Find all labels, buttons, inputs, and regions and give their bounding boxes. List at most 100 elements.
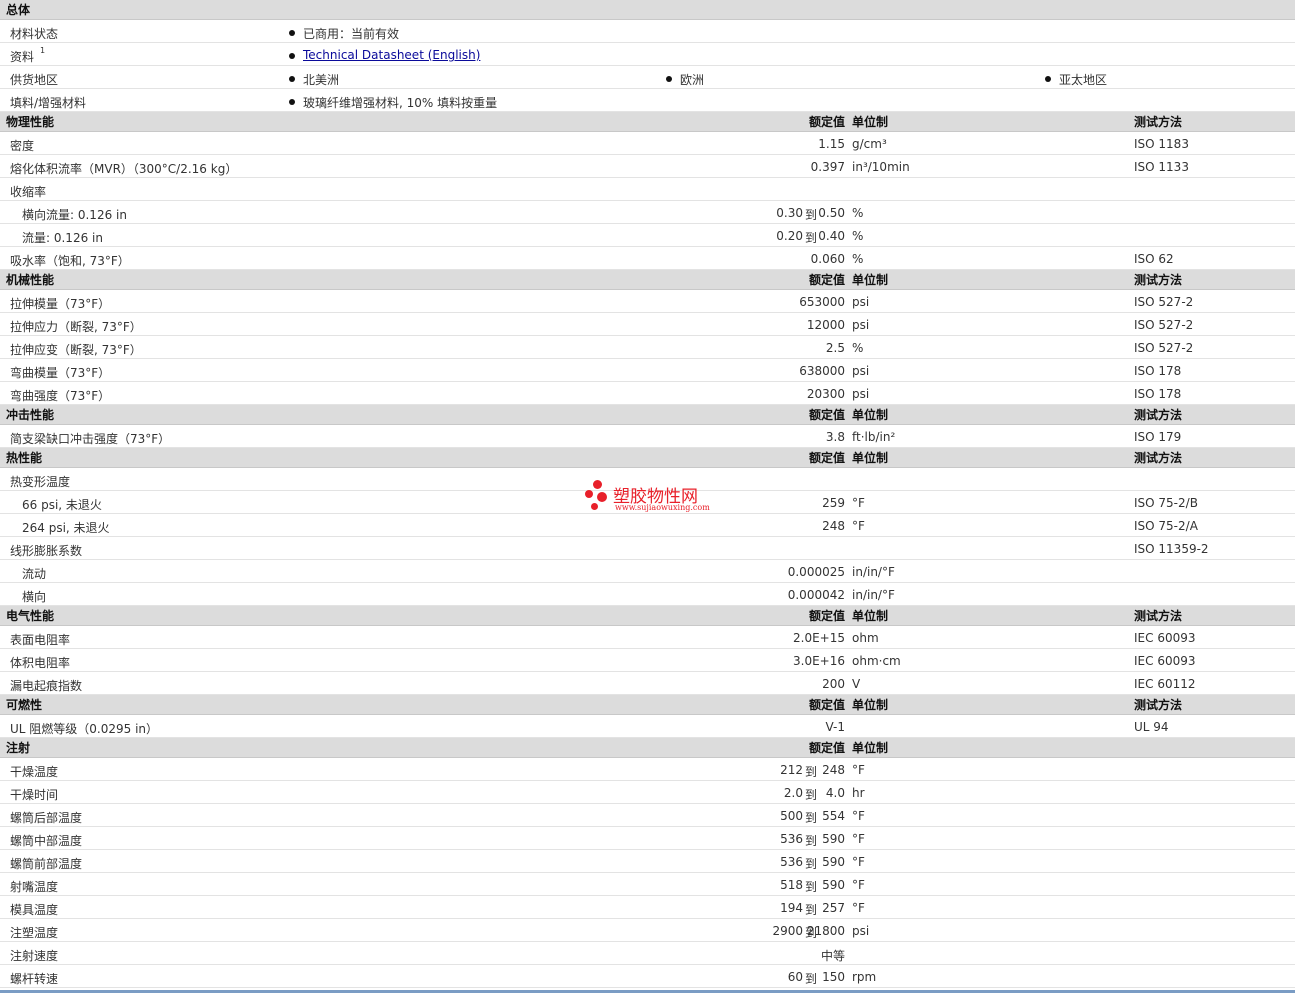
range-max: 590 (822, 855, 845, 869)
property-unit: in/in/°F (852, 588, 895, 602)
bullet-text: 已商用：当前有效 (303, 27, 400, 41)
section-title: 注射 (6, 741, 31, 755)
header-method: 测试方法 (1134, 115, 1183, 129)
header-unit: 单位制 (852, 741, 889, 755)
property-value: V-1 (825, 720, 845, 734)
range-max: 257 (822, 901, 845, 915)
range-separator: 到 (805, 788, 818, 802)
range-max: 21800 (806, 924, 845, 938)
range-max: 554 (822, 809, 845, 823)
table-row: 注塑温度 2900 到 21800 psi (0, 919, 1295, 942)
test-method: IEC 60093 (1134, 631, 1196, 645)
property-label: 弯曲模量（73°F） (10, 366, 111, 380)
test-method: ISO 178 (1134, 364, 1182, 378)
property-label: 注塑温度 (10, 926, 59, 940)
table-row: 注射速度 中等 (0, 942, 1295, 965)
section-header: 冲击性能 额定值 单位制 测试方法 (0, 405, 1295, 425)
header-method: 测试方法 (1134, 273, 1183, 287)
logo-dot-icon (591, 503, 598, 510)
property-label: 螺杆转速 (10, 972, 59, 986)
table-row: 密度 1.15 g/cm³ ISO 1183 (0, 132, 1295, 155)
footnote-marker: 1 (40, 46, 46, 55)
section-title: 电气性能 (6, 609, 55, 623)
property-unit: °F (852, 519, 865, 533)
logo-dot-icon (597, 492, 607, 502)
property-unit: % (852, 252, 864, 266)
section-header: 电气性能 额定值 单位制 测试方法 (0, 606, 1295, 626)
property-value: 0.000025 (787, 565, 845, 579)
range-max: 590 (822, 832, 845, 846)
property-value: 638000 (799, 364, 845, 378)
range-min: 536 (780, 832, 803, 846)
range-min: 2.0 (783, 786, 803, 800)
range-max: 4.0 (825, 786, 845, 800)
table-row: 弯曲强度（73°F） 20300 psi ISO 178 (0, 382, 1295, 405)
table-row: 供货地区 北美洲 欧洲 亚太地区 (0, 66, 1295, 89)
property-label: 螺筒后部温度 (10, 811, 83, 825)
property-value: 3.8 (825, 430, 845, 444)
header-method: 测试方法 (1134, 408, 1183, 422)
section-title: 冲击性能 (6, 408, 55, 422)
bullet-icon (289, 76, 295, 82)
table-row: 横向流量: 0.126 in 0.30 到 0.50% (0, 201, 1295, 224)
header-method: 测试方法 (1134, 451, 1183, 465)
bullet-icon (289, 99, 295, 105)
table-row: 材料状态 已商用：当前有效 (0, 20, 1295, 43)
property-unit: °F (852, 855, 865, 869)
logo-dot-icon (593, 480, 602, 489)
table-row: 横向 0.000042 in/in/°F (0, 583, 1295, 606)
property-label: 热变形温度 (10, 475, 71, 489)
property-unit: °F (852, 809, 865, 823)
property-label: 模具温度 (10, 903, 59, 917)
test-method: ISO 527-2 (1134, 341, 1194, 355)
property-label: 材料状态 (10, 27, 59, 41)
bullet-text: 欧洲 (680, 73, 705, 87)
section-header: 注射 额定值 单位制 (0, 738, 1295, 758)
property-label: 收缩率 (10, 185, 47, 199)
property-value: 中等 (820, 949, 845, 963)
table-row: 螺筒后部温度 500 到 554 °F (0, 804, 1295, 827)
range-max: 590 (822, 878, 845, 892)
property-value: 259 (822, 496, 845, 510)
header-value: 额定值 (808, 408, 845, 422)
range-separator: 到 (805, 880, 818, 894)
property-value: 248 (822, 519, 845, 533)
range-separator: 到 (805, 903, 818, 917)
property-label: 264 psi, 未退火 (22, 521, 110, 535)
section-title: 机械性能 (6, 273, 55, 287)
property-label: 螺筒前部温度 (10, 857, 83, 871)
header-value: 额定值 (808, 741, 845, 755)
property-label: 吸水率（饱和, 73°F） (10, 254, 130, 268)
table-row: 螺筒前部温度 536 到 590 °F (0, 850, 1295, 873)
section-title: 物理性能 (6, 115, 55, 129)
table-row: 螺筒中部温度 536 到 590 °F (0, 827, 1295, 850)
property-label: 流动 (22, 567, 47, 581)
property-unit: g/cm³ (852, 137, 887, 151)
test-method: IEC 60112 (1134, 677, 1196, 691)
property-unit: V (852, 677, 861, 691)
property-label: 密度 (10, 139, 35, 153)
header-unit: 单位制 (852, 115, 889, 129)
test-method: ISO 1133 (1134, 160, 1189, 174)
table-row: 漏电起痕指数 200 V IEC 60112 (0, 672, 1295, 695)
property-unit: ohm·cm (852, 654, 901, 668)
property-label: 注射速度 (10, 949, 59, 963)
property-value: 12000 (806, 318, 845, 332)
header-unit: 单位制 (852, 698, 889, 712)
range-min: 518 (780, 878, 803, 892)
datasheet-link[interactable]: Technical Datasheet (English) (303, 48, 480, 62)
property-label: 螺筒中部温度 (10, 834, 83, 848)
property-unit: °F (852, 763, 865, 777)
property-unit: hr (852, 786, 865, 800)
property-label: 表面电阻率 (10, 633, 71, 647)
table-row: 拉伸模量（73°F） 653000 psi ISO 527-2 (0, 290, 1295, 313)
section-header: 总体 (0, 0, 1295, 20)
property-label: 简支梁缺口冲击强度（73°F） (10, 432, 171, 446)
property-value: 0.397 (810, 160, 845, 174)
section-header: 热性能 额定值 单位制 测试方法 (0, 448, 1295, 468)
bullet-icon (289, 30, 295, 36)
test-method: ISO 75-2/A (1134, 519, 1198, 533)
property-label: 干燥温度 (10, 765, 59, 779)
test-method: ISO 75-2/B (1134, 496, 1198, 510)
table-row: 填料/增强材料 玻璃纤维增强材料, 10% 填料按重量 (0, 89, 1295, 112)
